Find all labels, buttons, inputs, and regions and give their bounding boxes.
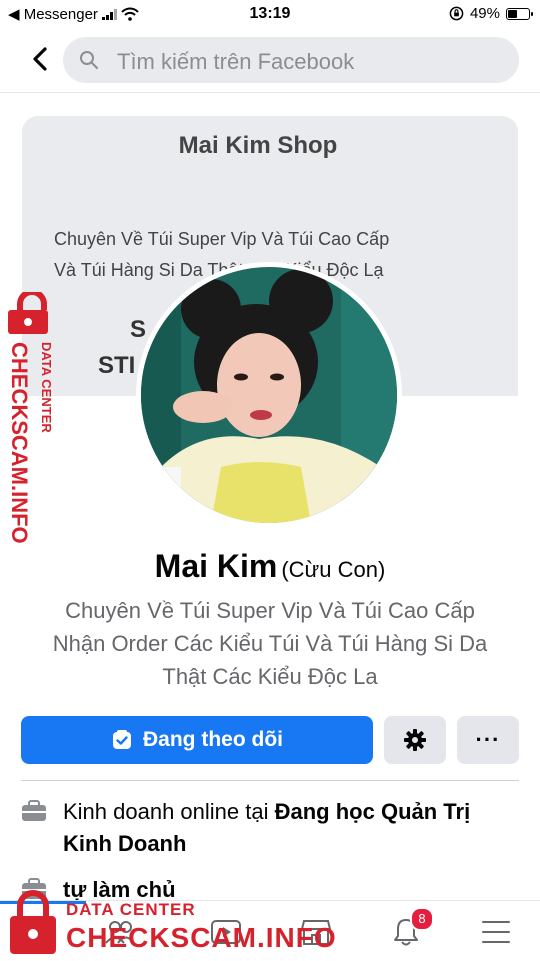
profile-avatar[interactable] bbox=[136, 262, 402, 528]
profile-name-row: Mai Kim (Cừu Con) bbox=[0, 548, 540, 585]
cover-big-text-2: STI bbox=[98, 352, 136, 379]
nav-menu[interactable] bbox=[478, 915, 514, 949]
following-button-label: Đang theo dõi bbox=[143, 728, 283, 751]
bio-line-3: Thật Các Kiểu Độc La bbox=[162, 664, 378, 689]
watermark-bottom-small: DATA CENTER bbox=[66, 900, 196, 919]
search-header: Tìm kiếm trên Facebook bbox=[0, 30, 540, 93]
menu-icon bbox=[482, 921, 510, 943]
briefcase-icon bbox=[22, 800, 46, 821]
watermark-bottom-brand: CHECKSCAM.INFO bbox=[66, 922, 337, 953]
intro-prefix: Kinh doanh online tại bbox=[63, 799, 275, 824]
settings-button[interactable] bbox=[384, 716, 446, 764]
watermark-bottom: DATA CENTER CHECKSCAM.INFO bbox=[8, 888, 336, 960]
search-icon bbox=[80, 51, 98, 69]
padlock-icon bbox=[10, 890, 56, 954]
cover-title: Mai Kim Shop bbox=[178, 132, 338, 159]
back-arrow-icon[interactable] bbox=[26, 44, 56, 74]
bio-line-2: Nhận Order Các Kiểu Túi Và Túi Hàng Si D… bbox=[52, 631, 488, 656]
more-icon: ··· bbox=[475, 727, 501, 752]
profile-bio: Chuyên Về Túi Super Vip Và Túi Cao Cấp N… bbox=[20, 594, 520, 693]
padlock-icon bbox=[8, 292, 48, 334]
following-button[interactable]: Đang theo dõi bbox=[21, 716, 373, 764]
orientation-lock-icon bbox=[449, 6, 464, 21]
intro-text-work: Kinh doanh online tại Đang học Quản Trị … bbox=[63, 796, 521, 860]
divider bbox=[21, 780, 519, 781]
bio-line-1: Chuyên Về Túi Super Vip Và Túi Cao Cấp bbox=[65, 598, 475, 623]
more-options-button[interactable]: ··· bbox=[457, 716, 519, 764]
watermark-side-brand: CHECKSCAM.INFO bbox=[7, 342, 32, 544]
profile-alternate-name: (Cừu Con) bbox=[281, 557, 386, 582]
battery-icon bbox=[506, 7, 533, 20]
cover-line-1: Chuyên Về Túi Super Vip Và Túi Cao Cấp bbox=[54, 229, 390, 249]
status-bar: ◀ Messenger 13:19 49% bbox=[0, 0, 540, 28]
following-check-icon bbox=[113, 730, 131, 749]
battery-percent: 49% bbox=[469, 5, 500, 22]
nav-notifications[interactable]: 8 bbox=[388, 907, 434, 949]
search-input[interactable]: Tìm kiếm trên Facebook bbox=[63, 37, 519, 83]
watermark-side: DATA CENTER CHECKSCAM.INFO bbox=[4, 292, 60, 552]
avatar-photo bbox=[141, 267, 397, 523]
watermark-side-small: DATA CENTER bbox=[39, 342, 54, 433]
status-right: 49% bbox=[449, 5, 533, 22]
notification-badge: 8 bbox=[410, 907, 434, 931]
search-placeholder[interactable]: Tìm kiếm trên Facebook bbox=[117, 49, 354, 75]
profile-name: Mai Kim bbox=[154, 548, 278, 584]
gear-icon bbox=[404, 729, 426, 751]
